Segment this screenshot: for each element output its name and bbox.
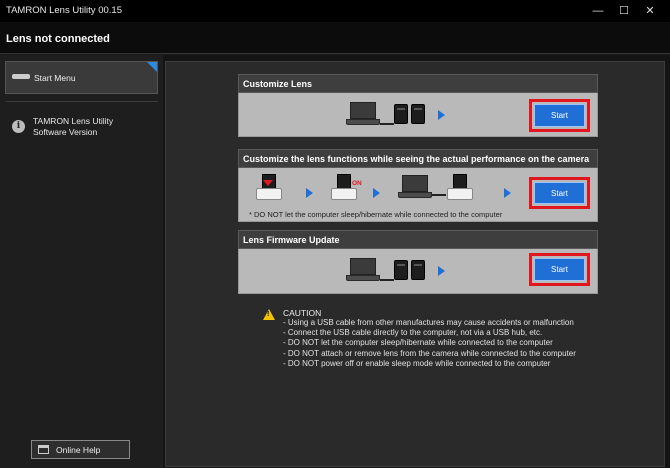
list-item: - Using a USB cable from other manufactu… <box>283 318 574 327</box>
list-item: - Connect the USB cable directly to the … <box>283 328 543 338</box>
camera-customize-section: Customize the lens functions while seein… <box>238 149 598 222</box>
section-body: Start <box>238 249 598 294</box>
customize-lens-start-button[interactable]: Start <box>534 104 585 127</box>
selected-indicator <box>147 62 157 72</box>
main-area: Customize Lens Start Customize the lens … <box>163 55 670 468</box>
section-body: ON Start * DO NOT let the computer sleep… <box>238 168 598 222</box>
usb-cable-icon <box>432 194 446 196</box>
connection-status-bar: Lens not connected <box>0 22 670 54</box>
list-item: - DO NOT power off or enable sleep mode … <box>283 358 551 368</box>
list-item: - DO NOT attach or remove lens from the … <box>283 348 576 358</box>
firmware-update-start-button[interactable]: Start <box>534 258 585 281</box>
arrow-right-icon <box>504 188 511 198</box>
sleep-warning-note: * DO NOT let the computer sleep/hibernat… <box>249 210 503 219</box>
start-button-highlight: Start <box>529 177 590 209</box>
lens-power-on-step-icon <box>331 174 357 200</box>
sidebar-item-software-version[interactable]: i TAMRON Lens Utility Software Version <box>5 115 158 145</box>
arrow-right-icon <box>438 110 445 120</box>
section-body: Start <box>238 93 598 137</box>
start-button-highlight: Start <box>529 99 590 132</box>
lens-icon <box>411 104 425 124</box>
title-bar: TAMRON Lens Utility 00.15 — ☐ ✕ <box>0 0 670 22</box>
camera-customize-start-button[interactable]: Start <box>534 182 585 204</box>
warning-icon: ! <box>263 309 275 320</box>
lens-mount-step-icon <box>256 174 282 200</box>
sidebar-item-label: TAMRON Lens Utility Software Version <box>33 116 114 137</box>
lens-connected-step-icon <box>447 174 473 200</box>
info-icon: i <box>12 120 25 133</box>
arrow-right-icon <box>438 266 445 276</box>
section-title: Customize the lens functions while seein… <box>238 149 598 168</box>
lens-icon <box>394 104 408 124</box>
section-title: Customize Lens <box>238 74 598 93</box>
customize-lens-section: Customize Lens Start <box>238 74 598 137</box>
connection-status: Lens not connected <box>6 33 110 45</box>
close-button[interactable]: ✕ <box>637 2 663 20</box>
usb-cable-icon <box>380 279 394 281</box>
arrow-right-icon <box>306 188 313 198</box>
sidebar-divider <box>5 101 158 102</box>
laptop-icon <box>346 102 380 128</box>
usb-cable-icon <box>12 74 30 79</box>
sidebar: Start Menu i TAMRON Lens Utility Softwar… <box>0 55 163 468</box>
power-on-label: ON <box>352 180 362 187</box>
firmware-update-section: Lens Firmware Update Start <box>238 230 598 294</box>
laptop-icon <box>346 258 380 284</box>
lens-icon <box>411 260 425 280</box>
usb-cable-icon <box>380 123 394 125</box>
laptop-icon <box>398 175 432 201</box>
caution-title: CAUTION <box>283 308 322 318</box>
minimize-button[interactable]: — <box>585 2 611 20</box>
maximize-button[interactable]: ☐ <box>611 2 637 20</box>
window-icon <box>38 445 49 454</box>
online-help-label: Online Help <box>56 445 101 455</box>
lens-icon <box>394 260 408 280</box>
sidebar-item-start-menu[interactable]: Start Menu <box>5 61 158 94</box>
caution-list: - Using a USB cable from other manufactu… <box>283 318 576 369</box>
app-title: TAMRON Lens Utility 00.15 <box>6 5 122 16</box>
online-help-button[interactable]: Online Help <box>31 440 130 459</box>
attach-arrow-icon <box>263 180 273 186</box>
start-menu-panel: Customize Lens Start Customize the lens … <box>165 61 665 467</box>
arrow-right-icon <box>373 188 380 198</box>
list-item: - DO NOT let the computer sleep/hibernat… <box>283 338 553 348</box>
start-button-highlight: Start <box>529 253 590 286</box>
sidebar-item-label: Start Menu <box>34 73 76 83</box>
section-title: Lens Firmware Update <box>238 230 598 249</box>
